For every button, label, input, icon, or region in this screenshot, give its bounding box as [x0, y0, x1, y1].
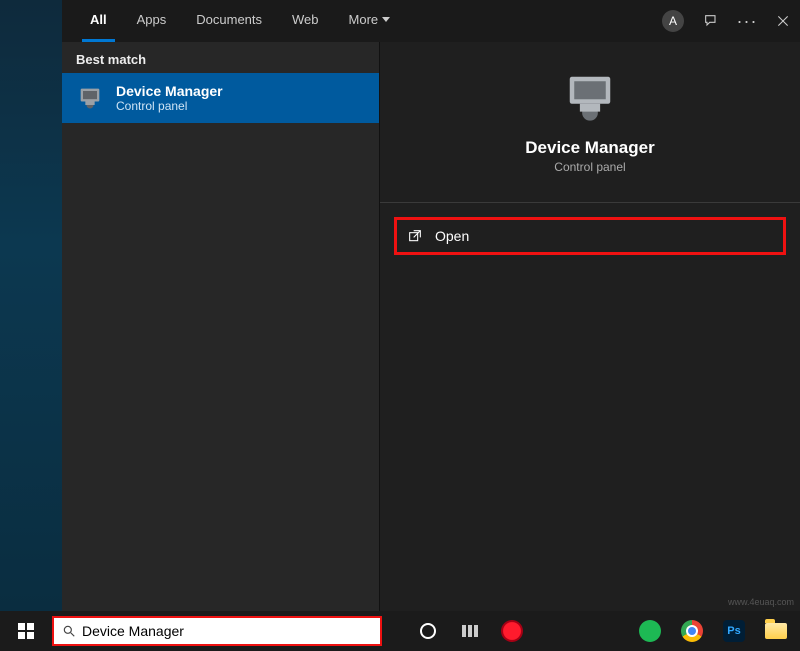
detail-subtitle: Control panel [554, 160, 625, 174]
spotify-icon [639, 620, 661, 642]
cortana-button[interactable] [410, 611, 446, 651]
close-icon[interactable] [774, 12, 792, 30]
best-match-label: Best match [62, 42, 379, 73]
tab-web[interactable]: Web [284, 0, 327, 42]
header-right-controls: A ··· [662, 10, 792, 32]
detail-column: Device Manager Control panel Open [380, 42, 800, 611]
search-tabs: All Apps Documents Web More [82, 0, 398, 42]
action-open[interactable]: Open [394, 217, 786, 255]
chevron-down-icon [382, 17, 390, 22]
more-options-icon[interactable]: ··· [738, 12, 756, 30]
feedback-icon[interactable] [702, 12, 720, 30]
taskbar-app-file-explorer[interactable] [758, 611, 794, 651]
detail-hero: Device Manager Control panel [380, 42, 800, 194]
windows-search-panel: All Apps Documents Web More A ··· [62, 0, 800, 611]
tab-documents[interactable]: Documents [188, 0, 270, 42]
taskbar-app-chrome[interactable] [674, 611, 710, 651]
taskbar: Ps [0, 611, 800, 651]
watermark: www.4euaq.com [728, 597, 794, 607]
tab-apps[interactable]: Apps [129, 0, 175, 42]
taskbar-app-photoshop[interactable]: Ps [716, 611, 752, 651]
opera-icon [501, 620, 523, 642]
taskbar-search-box[interactable] [52, 616, 382, 646]
chrome-icon [681, 620, 703, 642]
result-title: Device Manager [116, 83, 223, 99]
results-column: Best match Device Manager Control panel [62, 42, 380, 611]
taskbar-app-opera[interactable] [494, 611, 530, 651]
device-manager-icon [76, 84, 104, 112]
photoshop-icon: Ps [723, 620, 745, 642]
taskbar-search-input[interactable] [82, 623, 372, 639]
desktop-background-strip [0, 0, 62, 611]
user-avatar[interactable]: A [662, 10, 684, 32]
search-icon [62, 624, 76, 638]
tab-all[interactable]: All [82, 0, 115, 42]
search-header: All Apps Documents Web More A ··· [62, 0, 800, 42]
result-subtitle: Control panel [116, 99, 223, 113]
detail-title: Device Manager [525, 138, 654, 158]
tab-more-label: More [349, 12, 379, 27]
open-icon [407, 228, 423, 244]
task-view-button[interactable] [452, 611, 488, 651]
detail-divider [380, 202, 800, 203]
cortana-icon [420, 623, 436, 639]
action-open-label: Open [435, 228, 469, 244]
windows-logo-icon [18, 623, 34, 639]
result-device-manager[interactable]: Device Manager Control panel [62, 73, 379, 123]
folder-icon [765, 623, 787, 639]
search-body: Best match Device Manager Control panel [62, 42, 800, 611]
device-manager-hero-icon [563, 70, 617, 124]
result-text: Device Manager Control panel [116, 83, 223, 113]
task-view-icon [462, 625, 478, 637]
taskbar-app-spotify[interactable] [632, 611, 668, 651]
tab-more[interactable]: More [341, 0, 399, 42]
start-button[interactable] [6, 611, 46, 651]
